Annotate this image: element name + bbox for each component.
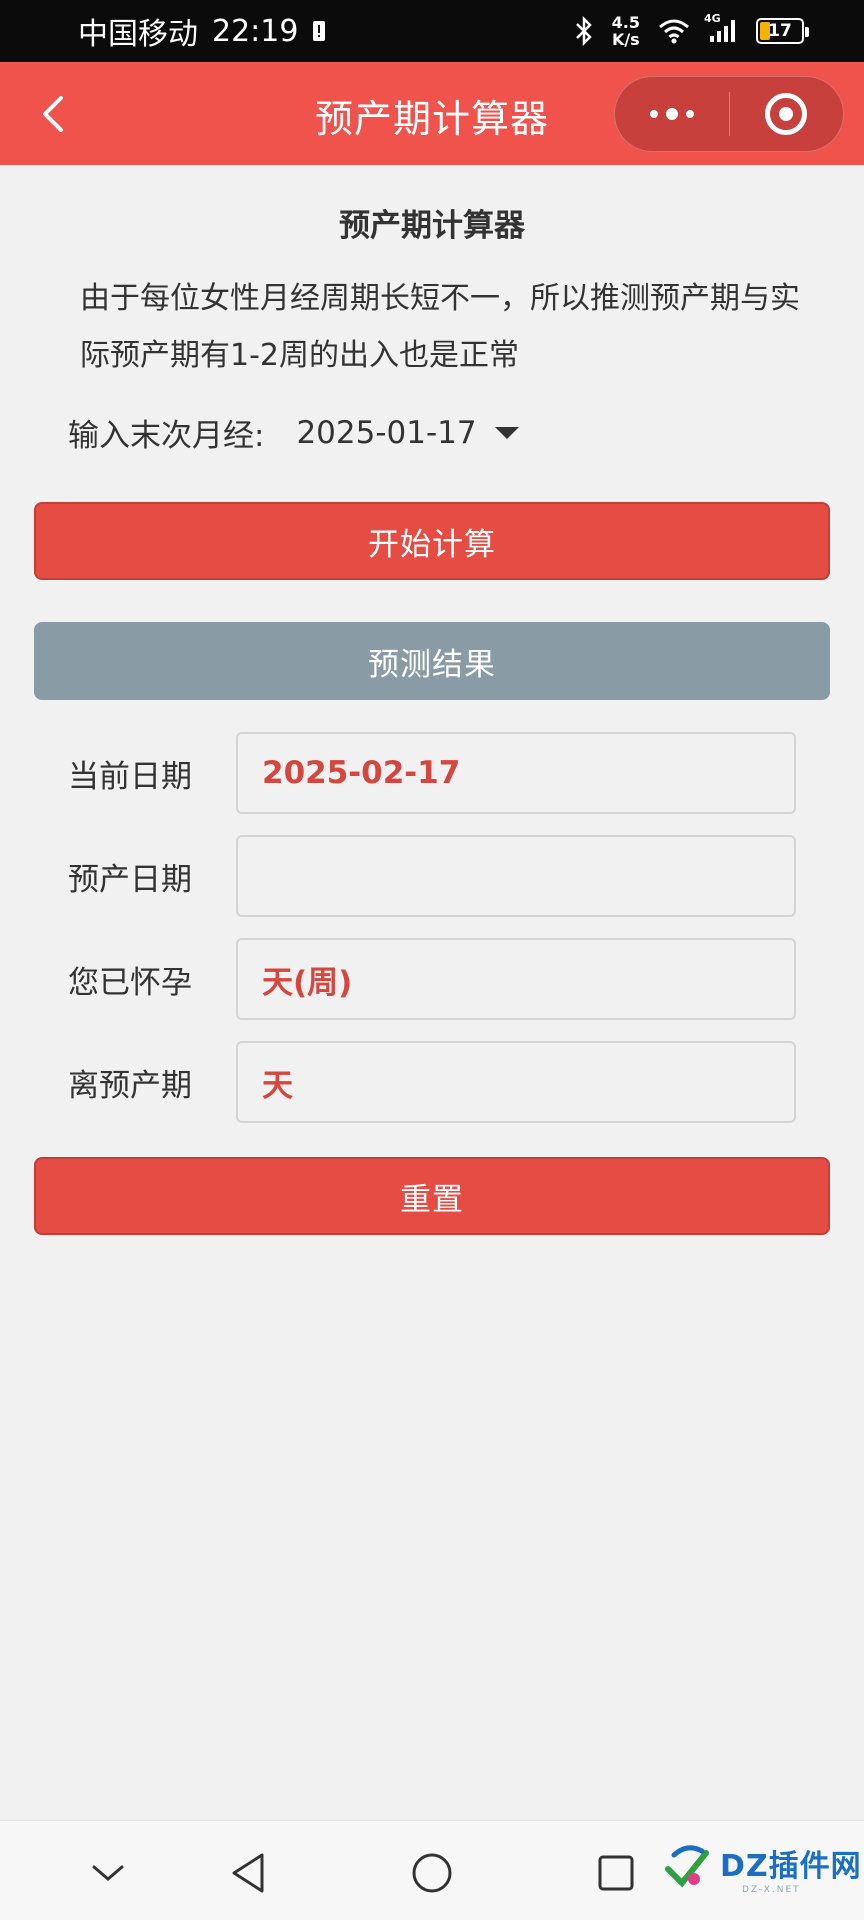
due-date-label: 预产日期 [68,861,192,898]
pregnant-days-field[interactable]: 天(周) [236,938,796,1020]
battery-icon: 17 [756,18,809,44]
home-circle-icon[interactable] [408,1849,456,1897]
current-date-label: 当前日期 [68,758,192,795]
due-date-row: 预产日期 [68,835,796,917]
bluetooth-icon [574,16,594,46]
last-period-date-picker[interactable]: 2025-01-17 [296,414,519,451]
watermark-subtext: DZ-X.NET [742,1885,801,1895]
current-date-field[interactable]: 2025-02-17 [236,732,796,814]
recent-square-icon[interactable] [592,1849,640,1897]
caret-down-icon [494,426,519,439]
target-icon [765,93,808,135]
battery-level: 17 [768,21,792,41]
sim-alert-icon [312,19,326,43]
back-triangle-icon[interactable] [224,1849,272,1897]
days-to-due-field[interactable]: 天 [236,1041,796,1123]
chevron-down-icon[interactable] [84,1849,132,1897]
nav-bar: 预产期计算器 [0,62,864,165]
dz-logo-icon [665,1845,709,1888]
net-speed: 4.5 K/s [612,14,640,48]
last-period-value: 2025-01-17 [296,414,477,451]
network-type: 4G [704,12,721,25]
pregnant-days-row: 您已怀孕 天(周) [68,938,796,1020]
watermark: DZ插件网 DZ-X.NET [660,1841,862,1895]
wifi-icon [658,18,690,44]
signal-icon: 4G [704,12,738,44]
miniprogram-capsule [614,76,844,152]
more-dots-icon [649,110,658,118]
close-miniprogram-button[interactable] [730,77,844,151]
clock: 22:19 [212,13,299,49]
watermark-text: DZ插件网 [720,1849,862,1884]
intro-text: 由于每位女性月经周期长短不一，所以推测预产期与实际预产期有1-2周的出入也是正常 [80,281,800,373]
net-speed-unit: K/s [611,30,640,49]
last-period-label: 输入末次月经: [68,418,265,454]
more-button[interactable] [615,77,729,151]
result-header: 预测结果 [34,622,830,700]
current-date-row: 当前日期 2025-02-17 [68,732,796,814]
days-to-due-row: 离预产期 天 [68,1041,796,1123]
status-bar: 中国移动 22:19 4.5 K/s 4G 17 [0,0,864,62]
more-dot-center [665,108,678,120]
due-date-field[interactable] [236,835,796,917]
last-period-row: 输入末次月经: 2025-01-17 [68,410,519,455]
more-dot-right [685,110,694,118]
system-nav-bar: DZ插件网 DZ-X.NET [0,1820,864,1920]
reset-button[interactable]: 重置 [34,1157,830,1235]
pregnant-days-label: 您已怀孕 [68,964,192,1001]
start-calculation-button[interactable]: 开始计算 [34,502,830,580]
carrier-label: 中国移动 [78,17,198,52]
page-heading: 预产期计算器 [339,208,525,244]
net-speed-value: 4.5 [611,13,640,32]
days-to-due-label: 离预产期 [68,1067,192,1104]
